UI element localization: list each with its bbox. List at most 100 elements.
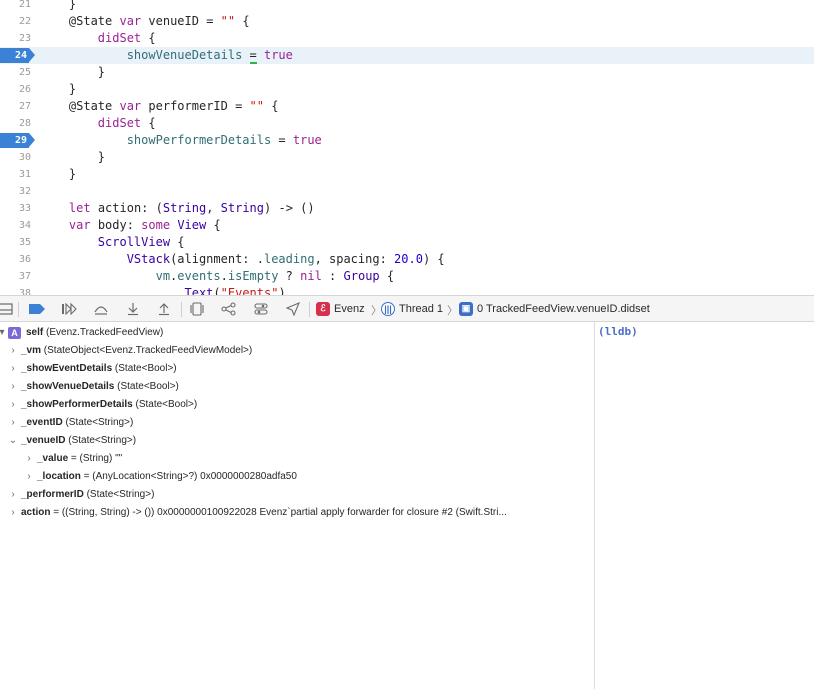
variable-row[interactable]: › _showEventDetails (State<Bool>) [0,360,594,378]
code-token: ) -> () [264,201,315,215]
code-token: @State [40,14,120,28]
code-line[interactable]: 38 Text("Events") [0,285,814,295]
code-line[interactable]: 34 var body: some View { [0,217,814,234]
variable-row[interactable]: ⌄ _venueID (State<String>) [0,432,594,450]
self-badge: A [8,327,21,339]
breadcrumb-frame[interactable]: ▣ 0 TrackedFeedView.venueID.didset [459,296,650,321]
code-line[interactable]: 31 } [0,166,814,183]
disclosure-triangle-icon[interactable]: ▾ [0,324,7,342]
debug-bar: ℰ Evenz 〉 ||| Thread 1 〉 ▣ 0 TrackedFeed… [0,295,814,322]
variable-name: _venueID [21,435,66,446]
code-text: } [40,64,105,81]
code-token: showVenueDetails [40,48,250,62]
variable-row[interactable]: › _showVenueDetails (State<Bool>) [0,378,594,396]
code-line[interactable]: 36 VStack(alignment: .leading, spacing: … [0,251,814,268]
app-scheme-icon: ℰ [316,301,330,316]
variable-text: _showVenueDetails (State<Bool>) [21,378,179,396]
code-line[interactable]: 23 didSet { [0,30,814,47]
expand-chevron-icon[interactable]: › [24,450,34,468]
continue-icon[interactable] [60,301,78,317]
expand-chevron-icon[interactable]: › [8,396,18,414]
code-line[interactable]: 37 vm.events.isEmpty ? nil : Group { [0,268,814,285]
line-number: 38 [18,288,31,295]
code-token: ( [213,286,221,295]
variable-row[interactable]: › action = ((String, String) -> ()) 0x000… [0,504,594,522]
simulate-location-icon[interactable] [284,301,302,317]
code-text: didSet { [40,30,156,47]
code-text: } [40,166,76,183]
code-line[interactable]: 27 @State var performerID = "" { [0,98,814,115]
breakpoints-toggle-icon[interactable] [28,301,46,317]
expand-chevron-icon[interactable]: › [8,486,18,504]
breadcrumb-scheme[interactable]: ℰ Evenz [316,296,365,321]
code-token: didSet [97,31,142,45]
variable-row[interactable]: › _performerID (State<String>) [0,486,594,504]
code-token: { [141,116,156,130]
code-line[interactable]: 21 } [0,0,814,13]
memory-graph-icon[interactable] [220,301,238,317]
code-token: , [206,201,221,215]
line-number: 33 [18,203,31,214]
collapse-chevron-icon[interactable]: ⌄ [8,432,18,450]
variables-view[interactable]: ▾ Aself (Evenz.TrackedFeedView) › _vm (Stat… [0,322,594,689]
step-out-icon[interactable] [155,301,173,317]
code-token: showPerformerDetails [40,133,272,147]
frame-label: 0 TrackedFeedView.venueID.didset [477,302,650,315]
expand-chevron-icon[interactable]: › [8,378,18,396]
code-token: some [141,218,171,232]
code-token: } [40,0,77,11]
code-line[interactable]: 25 } [0,64,814,81]
expand-chevron-icon[interactable]: › [8,414,18,432]
variable-row[interactable]: › _vm (StateObject<Evenz.TrackedFeedViewM… [0,342,594,360]
hide-debug-area-icon[interactable] [0,301,14,317]
breadcrumb-thread[interactable]: ||| Thread 1 [381,296,443,321]
line-number: 23 [18,33,31,44]
variable-text: _performerID (State<String>) [21,486,154,504]
code-line[interactable]: 26 } [0,81,814,98]
code-line[interactable]: 24 showVenueDetails = true [0,47,814,64]
code-token: didSet [97,116,142,130]
line-number: 25 [18,67,31,78]
line-number: 26 [18,84,31,95]
step-over-icon[interactable] [92,301,110,317]
code-token: { [170,235,185,249]
expand-chevron-icon[interactable]: › [24,468,34,486]
code-line[interactable]: 30 } [0,149,814,166]
code-line[interactable]: 29 showPerformerDetails = true [0,132,814,149]
variable-text: action = ((String, String) -> ()) 0x0000… [21,504,507,522]
code-token: ? [278,269,301,283]
code-token: @State [40,99,120,113]
code-line[interactable]: 35 ScrollView { [0,234,814,251]
lldb-console[interactable]: (lldb) [595,322,814,689]
line-number: 30 [18,152,31,163]
variable-row[interactable]: › _value = (String) "" [0,450,594,468]
code-token: action: ( [90,201,163,215]
code-token: vm [155,269,171,283]
expand-chevron-icon[interactable]: › [8,342,18,360]
code-line[interactable]: 32 [0,183,814,200]
breakpoint-marker[interactable]: 24 [0,48,35,63]
variable-row[interactable]: › _location = (AnyLocation<String>?) 0x00… [0,468,594,486]
breadcrumb-chevron-icon: 〉 [447,305,458,317]
variable-row[interactable]: ▾ Aself (Evenz.TrackedFeedView) [0,324,594,342]
view-debugger-icon[interactable] [188,301,206,317]
variable-row[interactable]: › _showPerformerDetails (State<Bool>) [0,396,594,414]
code-token: "" [220,14,236,28]
variable-name: action [21,507,51,518]
source-editor[interactable]: 21 } 22 @State var venueID = "" {23 didSe… [0,0,814,295]
variable-row[interactable]: › _eventID (State<String>) [0,414,594,432]
code-token: ScrollView [97,235,171,249]
expand-chevron-icon[interactable]: › [8,360,18,378]
code-text: showPerformerDetails = true [40,132,322,149]
step-into-icon[interactable] [124,301,142,317]
expand-chevron-icon[interactable]: › [8,504,18,522]
variable-type-value: (State<String>) [62,417,134,428]
code-token: var [119,14,142,28]
code-line[interactable]: 28 didSet { [0,115,814,132]
code-line[interactable]: 22 @State var venueID = "" { [0,13,814,30]
code-token: , spacing: [314,252,395,266]
code-line[interactable]: 33 let action: (String, String) -> () [0,200,814,217]
variable-type-value: = (String) "" [68,453,123,464]
environment-overrides-icon[interactable] [252,301,270,317]
breakpoint-marker[interactable]: 29 [0,133,35,148]
